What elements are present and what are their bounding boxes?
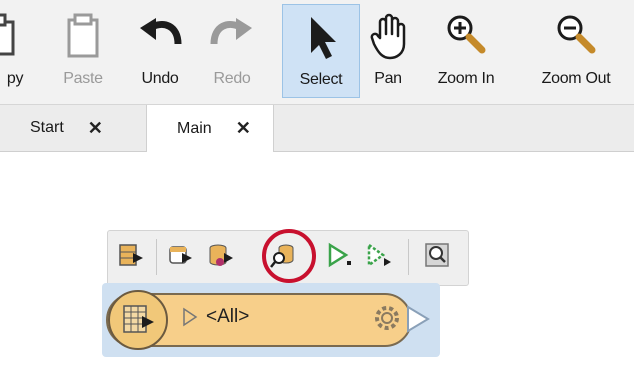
- run-from-this-icon: [325, 241, 353, 274]
- select-tool-button[interactable]: Select: [282, 4, 360, 98]
- zoom-in-button[interactable]: Zoom In: [424, 4, 508, 98]
- database-run-icon: [207, 241, 235, 274]
- tab-label: Start: [30, 119, 64, 136]
- redo-icon: [206, 10, 258, 62]
- cursor-arrow-icon: [295, 11, 347, 63]
- database-run-button[interactable]: [204, 239, 238, 275]
- expand-attributes-icon[interactable]: [180, 306, 200, 328]
- undo-button[interactable]: Undo: [130, 4, 190, 98]
- feature-type-run-icon: [167, 241, 195, 274]
- zoom-out-button[interactable]: Zoom Out: [526, 4, 626, 98]
- zoom-to-node-icon: [423, 241, 451, 274]
- run-to-this-button[interactable]: [114, 239, 148, 275]
- gear-icon[interactable]: [370, 301, 404, 335]
- copy-icon: [0, 10, 41, 62]
- highlight-circle-annotation: [262, 229, 316, 283]
- redo-button[interactable]: Redo: [202, 4, 262, 98]
- clipboard-icon: [57, 10, 109, 62]
- run-to-this-icon: [117, 241, 145, 274]
- zoom-out-icon: [550, 10, 602, 62]
- toolbar-separator: [156, 239, 157, 275]
- hand-icon: [362, 10, 414, 62]
- zoom-in-icon: [440, 10, 492, 62]
- output-port-icon[interactable]: [404, 304, 432, 334]
- run-from-this-button[interactable]: [322, 239, 356, 275]
- document-tab-bar: Start ✕ Main ✕: [0, 105, 634, 152]
- node-label: <All>: [206, 306, 250, 327]
- pan-tool-button[interactable]: Pan: [362, 4, 414, 98]
- reader-feature-type-icon: [108, 290, 168, 350]
- tab-main[interactable]: Main ✕: [146, 105, 274, 152]
- copy-button[interactable]: py: [0, 4, 44, 98]
- close-icon[interactable]: ✕: [88, 118, 103, 139]
- run-partial-icon: [365, 241, 393, 274]
- zoom-to-node-button[interactable]: [420, 239, 454, 275]
- run-partial-button[interactable]: [362, 239, 396, 275]
- close-icon[interactable]: ✕: [236, 118, 251, 139]
- paste-button[interactable]: Paste: [52, 4, 114, 98]
- feature-type-run-button[interactable]: [164, 239, 198, 275]
- undo-icon: [134, 10, 186, 62]
- tab-label: Main: [177, 119, 212, 137]
- main-toolbar: py Paste Undo Redo Select Pan Zoom In Zo…: [0, 0, 634, 105]
- toolbar-separator: [408, 239, 409, 275]
- tab-start[interactable]: Start ✕: [0, 105, 146, 151]
